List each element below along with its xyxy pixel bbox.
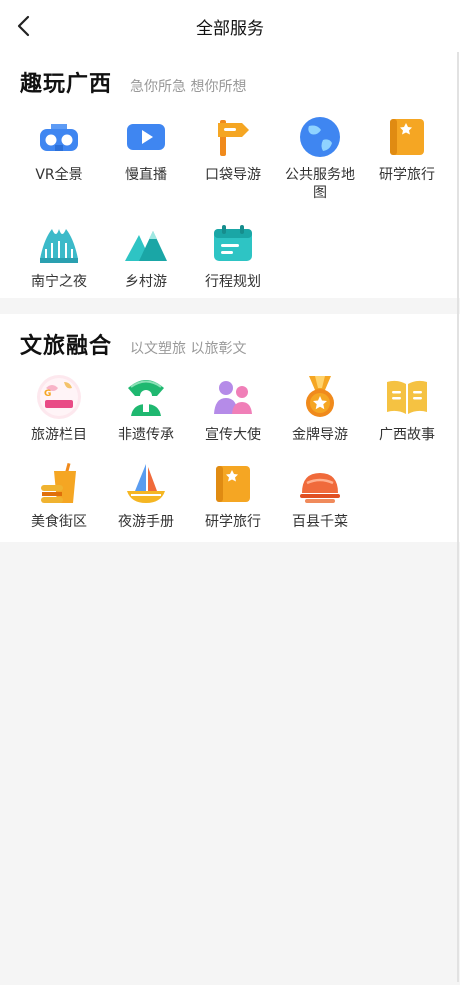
scrollbar[interactable] xyxy=(457,52,459,982)
service-trip-planning[interactable]: 行程规划 xyxy=(190,219,276,326)
gold-medal-icon xyxy=(297,374,343,420)
service-public-map[interactable]: 公共服务地图 xyxy=(277,112,363,219)
service-vr-panorama[interactable]: VR全景 xyxy=(16,112,102,219)
service-label: 金牌导游 xyxy=(292,427,348,443)
sailboat-icon xyxy=(123,461,169,507)
service-label: 慢直播 xyxy=(125,167,167,183)
service-label: 公共服务地图 xyxy=(285,167,355,201)
service-night-tour-guide[interactable]: 夜游手册 xyxy=(103,459,189,546)
top-bar: 全部服务 xyxy=(0,0,460,52)
page-title: 全部服务 xyxy=(196,19,264,39)
service-ambassador[interactable]: 宣传大使 xyxy=(190,372,276,459)
service-food-street[interactable]: 美食街区 xyxy=(16,459,102,546)
program-badge-icon: G xyxy=(36,374,82,420)
service-heritage[interactable]: 非遗传承 xyxy=(103,372,189,459)
service-label: 百县千菜 xyxy=(292,514,348,530)
service-label: VR全景 xyxy=(35,167,83,183)
service-study-tour[interactable]: 研学旅行 xyxy=(364,112,450,219)
section-title: 文旅融合 xyxy=(20,334,113,359)
section-header: 文旅融合 以文塑旅 以旅彰文 xyxy=(20,328,246,360)
service-grid: VR全景 慢直播 口袋导游 公共服务地图 研学旅行 南宁之夜 乡村游 行程规划 xyxy=(16,112,456,326)
service-label: 广西故事 xyxy=(379,427,435,443)
section-subtitle: 急你所急 想你所想 xyxy=(130,79,247,95)
service-label: 旅游栏目 xyxy=(31,427,87,443)
section-subtitle: 以文塑旅 以旅彰文 xyxy=(130,341,247,357)
service-guangxi-story[interactable]: 广西故事 xyxy=(364,372,450,459)
section-title: 趣玩广西 xyxy=(20,72,113,97)
book-icon xyxy=(384,114,430,160)
vr-headset-icon xyxy=(36,114,82,160)
section-culture-tourism: 文旅融合 以文塑旅 以旅彰文 G 旅游栏目 非遗传承 宣传大使 金牌导游 广西故… xyxy=(0,314,460,542)
service-grid: G 旅游栏目 非遗传承 宣传大使 金牌导游 广西故事 美食街区 夜游手册 研学旅… xyxy=(16,372,456,546)
service-label: 非遗传承 xyxy=(118,427,174,443)
service-label: 研学旅行 xyxy=(379,167,435,183)
service-hundred-county-dishes[interactable]: 百县千菜 xyxy=(277,459,363,546)
globe-icon xyxy=(297,114,343,160)
service-label: 行程规划 xyxy=(205,274,261,290)
service-study-tour-2[interactable]: 研学旅行 xyxy=(190,459,276,546)
service-label: 口袋导游 xyxy=(205,167,261,183)
section-header: 趣玩广西 急你所急 想你所想 xyxy=(20,66,246,98)
landmark-icon xyxy=(36,221,82,267)
service-tourism-program[interactable]: G 旅游栏目 xyxy=(16,372,102,459)
signpost-icon xyxy=(210,114,256,160)
section-fun-guangxi: 趣玩广西 急你所急 想你所想 VR全景 慢直播 口袋导游 公共服务地图 研学旅行… xyxy=(0,52,460,298)
service-label: 宣传大使 xyxy=(205,427,261,443)
ambassador-people-icon xyxy=(210,374,256,420)
service-gold-guide[interactable]: 金牌导游 xyxy=(277,372,363,459)
calendar-icon xyxy=(210,221,256,267)
service-nanning-night[interactable]: 南宁之夜 xyxy=(16,219,102,326)
open-book-icon xyxy=(384,374,430,420)
video-camera-icon xyxy=(123,114,169,160)
drink-burger-icon xyxy=(36,461,82,507)
service-label: 夜游手册 xyxy=(118,514,174,530)
heritage-person-icon xyxy=(123,374,169,420)
service-slow-live[interactable]: 慢直播 xyxy=(103,112,189,219)
service-label: 美食街区 xyxy=(31,514,87,530)
svg-text:G: G xyxy=(44,389,51,399)
book-icon xyxy=(210,461,256,507)
mountain-icon xyxy=(123,221,169,267)
service-rural-tour[interactable]: 乡村游 xyxy=(103,219,189,326)
food-cloche-icon xyxy=(297,461,343,507)
service-label: 南宁之夜 xyxy=(31,274,87,290)
service-label: 乡村游 xyxy=(125,274,167,290)
service-label: 研学旅行 xyxy=(205,514,261,530)
service-pocket-guide[interactable]: 口袋导游 xyxy=(190,112,276,219)
